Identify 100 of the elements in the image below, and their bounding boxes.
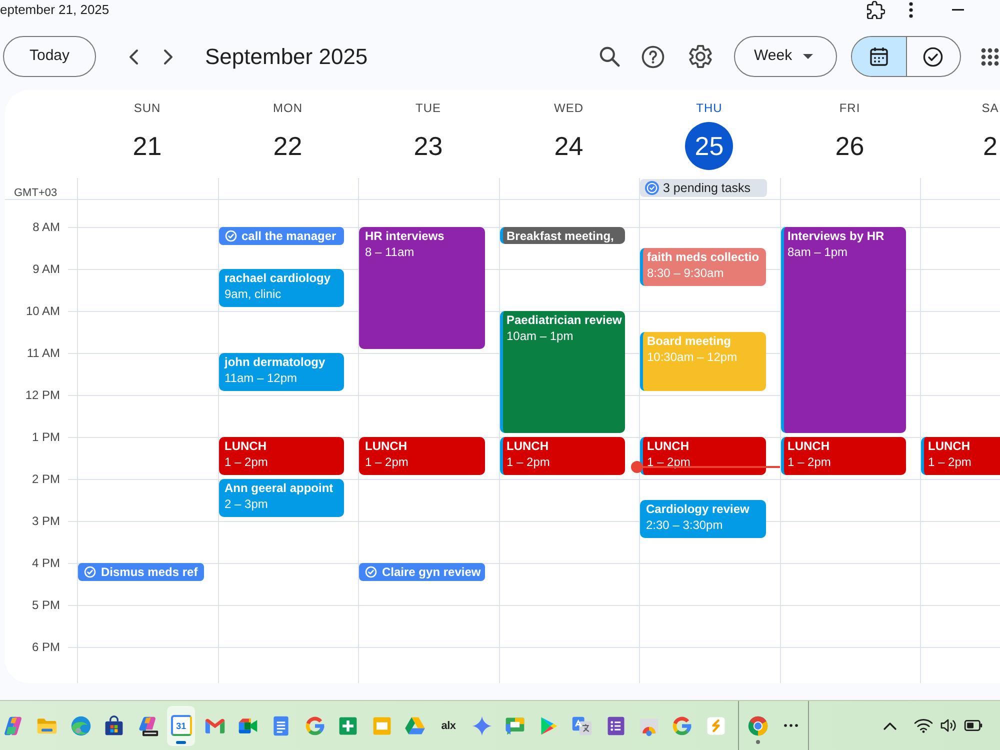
event-time: 9am, clinic: [224, 286, 282, 302]
view-dropdown[interactable]: Week: [734, 36, 837, 77]
event-card[interactable]: LUNCH 1 – 2pm: [780, 437, 906, 475]
event-time: 2 – 3pm: [224, 496, 269, 512]
event-card[interactable]: Breakfast meeting,: [500, 227, 625, 244]
sparkle-icon: [470, 714, 493, 736]
event-title: LUNCH: [506, 438, 550, 454]
check-circle-icon: [365, 566, 377, 578]
apps-grid-icon[interactable]: [981, 48, 999, 66]
period-title: September 2025: [205, 42, 368, 70]
event-card[interactable]: LUNCH 1 – 2pm: [640, 437, 766, 475]
task-chip[interactable]: call the manager: [218, 227, 344, 245]
presentation-icon: [370, 714, 393, 736]
weekday-label: THU: [696, 100, 722, 116]
settings-icon[interactable]: [689, 45, 712, 68]
date-number[interactable]: 2: [966, 122, 1000, 170]
chevron-left-icon[interactable]: [128, 48, 140, 64]
event-card[interactable]: Paediatrician review 10am – 1pm: [500, 311, 625, 433]
taskbar-button[interactable]: 31: [167, 706, 196, 746]
date-number[interactable]: 26: [826, 122, 874, 170]
event-title: Cardiology review: [646, 501, 750, 517]
puzzle-icon[interactable]: [867, 1, 885, 19]
event-time: 1 – 2pm: [928, 454, 972, 470]
spreadsheet-icon: [337, 714, 360, 736]
multicolor-ring-icon: [304, 714, 326, 736]
weekday-label: SUN: [134, 100, 161, 116]
event-time: 1 – 2pm: [788, 454, 832, 470]
event-card[interactable]: HR interviews 8 – 11am: [359, 227, 484, 349]
event-title: LUNCH: [224, 438, 268, 454]
event-card[interactable]: LUNCH 1 – 2pm: [359, 437, 484, 475]
event-card[interactable]: LUNCH 1 – 2pm: [921, 437, 1000, 475]
check-circle-icon: [923, 46, 944, 66]
date-number[interactable]: 22: [264, 122, 312, 170]
event-time: 2:30 – 3:30pm: [646, 517, 724, 533]
time-label: 12 PM: [24, 387, 60, 403]
shopping-bag-icon: [103, 714, 126, 736]
translate-icon: [571, 714, 594, 736]
calendar-icon: [870, 47, 888, 66]
weekday-label: TUE: [416, 100, 441, 116]
event-title: LUNCH: [788, 438, 830, 454]
more-icon[interactable]: [784, 724, 798, 727]
wifi-icon[interactable]: [914, 718, 933, 733]
time-label: 4 PM: [30, 555, 60, 571]
event-card[interactable]: Interviews by HR 8am – 1pm: [780, 227, 906, 433]
date-number[interactable]: 23: [404, 122, 452, 170]
event-card[interactable]: rachael cardiology 9am, clinic: [218, 269, 344, 307]
event-time: 10am – 1pm: [506, 328, 574, 344]
event-title: rachael cardiology: [224, 270, 332, 286]
event-time: 8am – 1pm: [788, 244, 849, 260]
text-app-label: alx: [441, 720, 456, 732]
pending-tasks-chip[interactable]: 3 pending tasks: [640, 179, 767, 197]
time-label: 1 PM: [30, 429, 60, 445]
time-label: 6 PM: [30, 639, 60, 655]
event-title: LUNCH: [365, 438, 408, 454]
weekday-label: MON: [273, 100, 302, 116]
date-number[interactable]: 21: [123, 122, 172, 170]
slanted-tiles-badge-icon: [136, 714, 159, 736]
event-card[interactable]: LUNCH 1 – 2pm: [500, 437, 625, 475]
event-card[interactable]: john dermatology 11am – 12pm: [218, 353, 344, 391]
more-vert-icon[interactable]: [909, 2, 913, 18]
time-label: 9 AM: [32, 261, 60, 277]
battery-icon[interactable]: [964, 720, 983, 731]
time-label: 2 PM: [30, 471, 60, 487]
event-time: 10:30am – 12pm: [647, 349, 738, 365]
task-chip[interactable]: Claire gyn review: [359, 563, 484, 581]
lightning-tile-icon: [704, 714, 727, 736]
check-circle-icon: [84, 566, 96, 578]
caret-icon: [803, 54, 813, 59]
help-icon[interactable]: [641, 44, 665, 68]
event-title: john dermatology: [224, 354, 326, 370]
event-time: 1 – 2pm: [224, 454, 269, 470]
calendar-view-button[interactable]: [852, 37, 906, 76]
search-icon[interactable]: [599, 46, 620, 67]
event-title: Interviews by HR: [788, 228, 886, 244]
calendar-icon: 31: [170, 715, 192, 736]
taskbar-button[interactable]: alx: [434, 706, 462, 746]
chevron-up-icon[interactable]: [883, 722, 897, 730]
today-date[interactable]: 25: [685, 122, 734, 170]
time-label: 5 PM: [30, 597, 60, 613]
event-time: 1 – 2pm: [647, 454, 692, 470]
tricolor-circle-icon: [746, 714, 769, 736]
weekday-label: FRI: [839, 100, 860, 116]
event-title: Ann geeral appoint: [224, 480, 334, 496]
today-button[interactable]: Today: [3, 36, 96, 77]
time-label: 10 AM: [24, 303, 60, 319]
event-card[interactable]: faith meds collectio 8:30 – 9:30am: [640, 248, 766, 286]
time-label: 11 AM: [26, 345, 60, 361]
time-label: 8 AM: [32, 219, 60, 235]
event-card[interactable]: Ann geeral appoint 2 – 3pm: [218, 479, 344, 517]
date-number[interactable]: 24: [544, 122, 593, 170]
minimize-icon[interactable]: [952, 9, 964, 11]
task-chip[interactable]: Dismus meds ref: [78, 563, 204, 581]
volume-icon[interactable]: [940, 718, 957, 733]
weekday-label: WED: [554, 100, 584, 116]
chevron-right-icon[interactable]: [162, 48, 174, 64]
multicolor-ring-icon: [671, 714, 694, 736]
event-card[interactable]: LUNCH 1 – 2pm: [218, 437, 344, 475]
event-card[interactable]: Cardiology review 2:30 – 3:30pm: [640, 500, 766, 538]
event-title: HR interviews: [365, 228, 446, 244]
event-title: faith meds collectio: [647, 249, 760, 265]
